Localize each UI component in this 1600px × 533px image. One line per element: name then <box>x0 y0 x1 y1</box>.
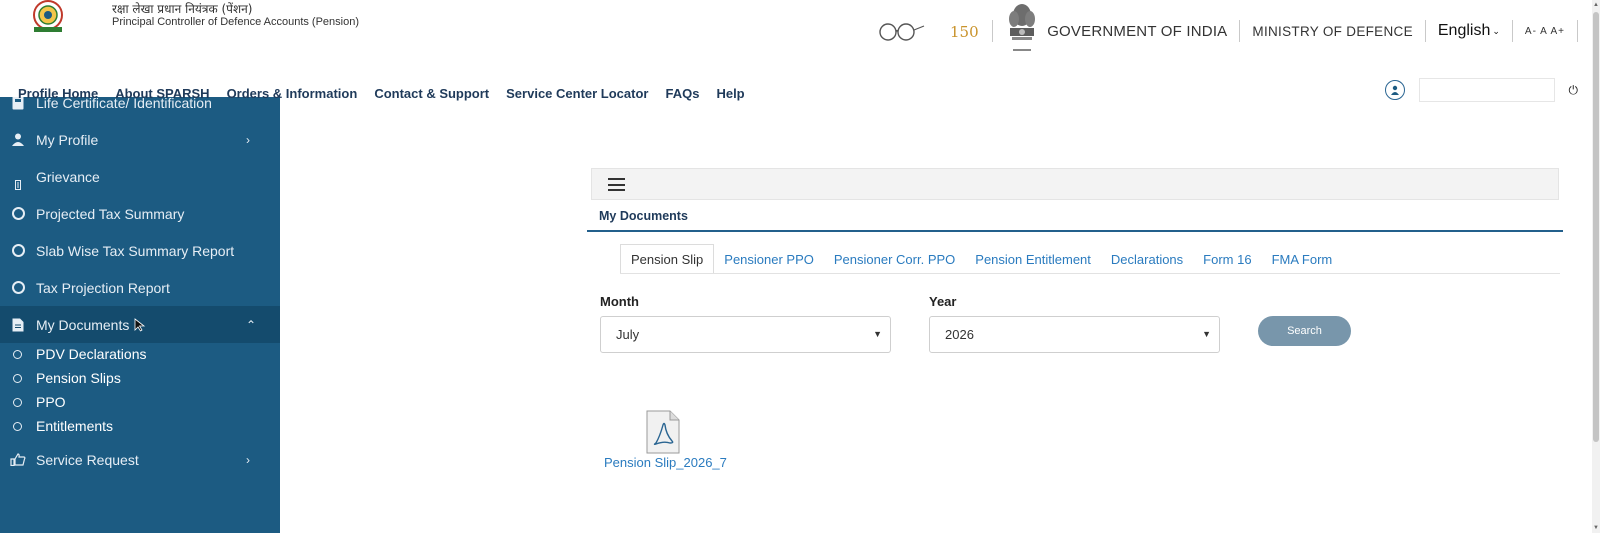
language-selector[interactable]: English ⌄ <box>1438 22 1500 40</box>
month-label: Month <box>600 294 639 309</box>
content-toolbar <box>591 168 1559 200</box>
sidebar-subitem-label: Entitlements <box>36 418 114 434</box>
divider <box>1424 20 1426 42</box>
sidebar-item-label: Tax Projection Report <box>36 279 170 296</box>
sidebar-item-label: Grievance <box>36 168 100 185</box>
user-avatar-icon[interactable] <box>1384 80 1405 100</box>
grievance-icon <box>11 178 25 192</box>
tab-pensioner-corr-ppo[interactable]: Pensioner Corr. PPO <box>824 244 965 274</box>
sidebar-item-label: Slab Wise Tax Summary Report <box>36 242 235 259</box>
org-name-hindi: रक्षा लेखा प्रधान नियंत्रक (पेंशन) <box>112 2 253 16</box>
sidebar-item-projected-tax-summary[interactable]: Projected Tax Summary <box>0 195 280 232</box>
document-link[interactable]: Pension Slip_2026_7 <box>604 455 727 470</box>
sidebar-item-slab-wise-tax-summary[interactable]: Slab Wise Tax Summary Report <box>0 232 280 269</box>
sidebar-item-label: My Profile <box>36 131 99 148</box>
national-emblem-icon <box>1005 1 1039 61</box>
chevron-right-icon: › <box>246 132 250 147</box>
language-label: English <box>1437 22 1491 39</box>
logout-power-icon[interactable]: ⏻ <box>1569 83 1579 98</box>
thumbs-up-icon <box>9 453 27 467</box>
sidebar-item-label: My Documents <box>36 316 130 333</box>
anniversary-150-icon: 150 <box>948 20 980 42</box>
sidebar-subitem-pension-slips[interactable]: Pension Slips <box>0 366 280 390</box>
month-select-value: July <box>616 327 640 342</box>
pcda-logo-icon <box>33 0 63 32</box>
tab-form-16[interactable]: Form 16 <box>1193 244 1261 274</box>
divider <box>1511 20 1513 42</box>
circle-icon <box>11 207 25 221</box>
sidebar-item-label: Projected Tax Summary <box>36 205 185 222</box>
scroll-down-icon[interactable]: ▼ <box>1593 525 1599 531</box>
sidebar-subitem-label: PPO <box>36 394 66 410</box>
sidebar-subitem-pdv-declarations[interactable]: PDV Declarations <box>0 342 280 366</box>
sidebar-item-tax-projection-report[interactable]: Tax Projection Report <box>0 269 280 306</box>
swachh-bharat-glasses-icon <box>876 20 926 42</box>
header-right: 150 GOVERNMENT OF INDIA MINISTRY OF DEFE… <box>876 0 1578 62</box>
document-tabs: Pension Slip Pensioner PPO Pensioner Cor… <box>620 244 1342 274</box>
tab-pensioner-ppo[interactable]: Pensioner PPO <box>714 244 824 274</box>
user-name-field[interactable] <box>1418 78 1555 102</box>
nav-help[interactable]: Help <box>716 86 744 101</box>
chevron-up-icon: ⌃ <box>246 317 257 332</box>
nav-faqs[interactable]: FAQs <box>665 86 699 101</box>
sidebar-item-service-request[interactable]: Service Request › <box>0 441 280 478</box>
section-divider <box>587 230 1563 232</box>
circle-icon <box>11 244 25 258</box>
circle-icon <box>13 421 22 431</box>
hamburger-menu-icon[interactable] <box>608 178 625 191</box>
year-select[interactable]: 2026 ▼ <box>929 316 1220 353</box>
org-name-english: Principal Controller of Defence Accounts… <box>112 16 360 28</box>
nav-service-center-locator[interactable]: Service Center Locator <box>506 86 648 101</box>
section-title: My Documents <box>599 209 688 223</box>
font-size-controls[interactable]: A- A A+ <box>1525 26 1565 37</box>
document-icon <box>11 318 25 332</box>
search-button[interactable]: Search <box>1258 316 1351 346</box>
sidebar-subitem-label: PDV Declarations <box>36 346 147 362</box>
sidebar-item-my-documents[interactable]: My Documents ⌃ <box>0 306 280 343</box>
tabs-baseline <box>620 273 1560 274</box>
sidebar-item-my-profile[interactable]: My Profile › <box>0 121 280 158</box>
sidebar-item-label: Service Request <box>36 451 139 468</box>
sidebar-subitem-entitlements[interactable]: Entitlements <box>0 414 280 438</box>
year-label: Year <box>929 294 957 309</box>
tab-declarations[interactable]: Declarations <box>1101 244 1193 274</box>
user-area: ⏻ <box>1384 78 1579 102</box>
ministry-label: MINISTRY OF DEFENCE <box>1252 23 1413 39</box>
chevron-down-icon: ⌄ <box>1492 25 1500 36</box>
tab-pension-slip[interactable]: Pension Slip <box>620 244 715 274</box>
chevron-down-icon: ▼ <box>1202 329 1211 339</box>
page-scrollbar[interactable]: ▲ ▼ <box>1592 0 1600 533</box>
nav-contact-support[interactable]: Contact & Support <box>374 86 489 101</box>
site-header: रक्षा लेखा प्रधान नियंत्रक (पेंशन) Princ… <box>0 0 1600 78</box>
circle-icon <box>13 349 22 359</box>
pdf-file-icon <box>646 410 680 454</box>
chevron-down-icon: ▼ <box>873 329 882 339</box>
mouse-cursor-icon <box>134 318 146 335</box>
divider <box>1239 20 1241 42</box>
month-select[interactable]: July ▼ <box>600 316 891 353</box>
year-select-value: 2026 <box>945 327 974 342</box>
sidebar-item-grievance[interactable]: Grievance <box>0 158 280 195</box>
nav-profile-home[interactable]: Profile Home <box>18 86 98 101</box>
top-navigation: Profile Home About SPARSH Orders & Infor… <box>18 86 745 101</box>
user-icon <box>11 133 25 147</box>
nav-about-sparsh[interactable]: About SPARSH <box>115 86 209 101</box>
sidebar-subitem-ppo[interactable]: PPO <box>0 390 280 414</box>
scroll-up-icon[interactable]: ▲ <box>1593 2 1599 8</box>
sidebar: Life Certificate/ Identification My Prof… <box>0 97 280 533</box>
sidebar-subitem-label: Pension Slips <box>36 370 121 386</box>
circle-icon <box>13 397 22 407</box>
document-item[interactable]: Pension Slip_2026_7 <box>604 410 727 470</box>
tab-pension-entitlement[interactable]: Pension Entitlement <box>965 244 1101 274</box>
svg-text:150: 150 <box>950 23 979 41</box>
chevron-right-icon: › <box>246 452 250 467</box>
tab-fma-form[interactable]: FMA Form <box>1262 244 1343 274</box>
government-of-india-label: GOVERNMENT OF INDIA <box>1047 22 1228 40</box>
divider <box>992 20 994 42</box>
circle-icon <box>11 281 25 295</box>
scrollbar-thumb[interactable] <box>1593 12 1599 442</box>
divider <box>1577 20 1578 42</box>
circle-icon <box>13 373 22 383</box>
nav-orders-information[interactable]: Orders & Information <box>227 86 358 101</box>
